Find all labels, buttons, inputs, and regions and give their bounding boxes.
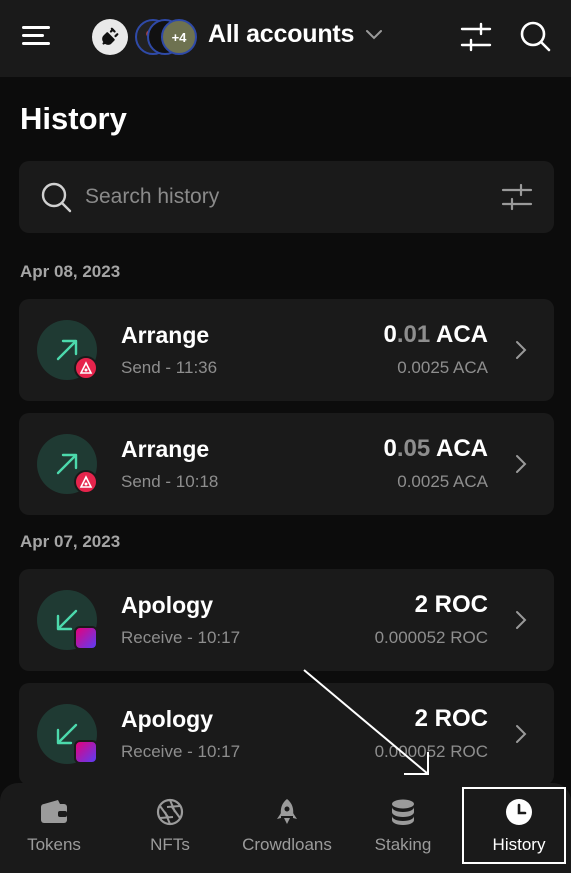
transaction-card[interactable]: Apology Receive - 10:17 2 ROC 0.000052 R…: [19, 569, 554, 671]
date-heading: Apr 08, 2023: [20, 262, 121, 281]
transaction-subtitle: Send - 11:36: [121, 358, 218, 377]
transaction-fee: 0.000052 ROC: [374, 742, 488, 761]
nav-history[interactable]: History: [474, 783, 564, 873]
search-icon: [41, 182, 72, 213]
transaction-card[interactable]: Arrange Send - 11:36 0.01 ACA 0.0025 ACA: [19, 299, 554, 401]
date-heading: Apr 07, 2023: [20, 532, 121, 551]
transaction-fee: 0.000052 ROC: [374, 628, 488, 647]
menu-icon[interactable]: [22, 24, 52, 48]
transaction-amount: 2 ROC: [414, 591, 488, 618]
sliders-icon[interactable]: [459, 20, 493, 54]
account-avatars[interactable]: +4: [135, 19, 197, 55]
top-bar: +4 All accounts: [0, 0, 571, 77]
bottom-nav: Tokens NFTs Crowdloans Staking History: [0, 783, 571, 873]
transaction-title: Arrange: [121, 436, 210, 462]
page-title: History: [20, 101, 127, 136]
nav-label: NFTs: [150, 835, 190, 854]
nav-label: History: [492, 835, 546, 854]
nav-label: Staking: [374, 835, 432, 854]
account-selector-label[interactable]: All accounts: [208, 20, 354, 49]
transaction-amount: 0.01 ACA: [383, 321, 488, 348]
transaction-fee: 0.0025 ACA: [397, 358, 488, 377]
transaction-card[interactable]: Apology Receive - 10:17 2 ROC 0.000052 R…: [19, 683, 554, 785]
nav-nfts[interactable]: NFTs: [124, 783, 216, 873]
aca-token-icon: [74, 470, 98, 494]
aperture-icon: [156, 798, 184, 826]
database-icon: [392, 799, 414, 825]
aca-token-icon: [74, 356, 98, 380]
nav-label: Tokens: [27, 835, 81, 854]
avatar-more-count: +4: [161, 19, 197, 55]
transaction-subtitle: Send - 10:18: [121, 472, 219, 491]
chevron-down-icon[interactable]: [364, 28, 384, 42]
nav-crowdloans[interactable]: Crowdloans: [232, 783, 342, 873]
transaction-fee: 0.0025 ACA: [397, 472, 488, 491]
rocket-icon: [277, 799, 297, 824]
transaction-subtitle: Receive - 10:17: [121, 628, 241, 647]
plug-icon[interactable]: [92, 19, 128, 55]
transaction-amount: 2 ROC: [414, 705, 488, 732]
nav-staking[interactable]: Staking: [358, 783, 448, 873]
nav-label: Crowdloans: [242, 835, 332, 854]
transaction-title: Arrange: [121, 322, 210, 348]
transaction-title: Apology: [121, 706, 213, 732]
search-history-input[interactable]: [85, 179, 465, 215]
roc-token-icon: [74, 626, 98, 650]
chevron-right-icon: [516, 611, 527, 629]
transaction-amount: 0.05 ACA: [383, 435, 488, 462]
wallet-icon: [41, 800, 67, 823]
filter-icon[interactable]: [501, 183, 533, 211]
chevron-right-icon: [516, 341, 527, 359]
search-bar: [19, 161, 554, 233]
transaction-card[interactable]: Arrange Send - 10:18 0.05 ACA 0.0025 ACA: [19, 413, 554, 515]
chevron-right-icon: [516, 725, 527, 743]
clock-icon: [506, 799, 532, 825]
search-icon[interactable]: [518, 19, 552, 53]
transaction-subtitle: Receive - 10:17: [121, 742, 241, 761]
roc-token-icon: [74, 740, 98, 764]
transaction-title: Apology: [121, 592, 213, 618]
nav-tokens[interactable]: Tokens: [8, 783, 100, 873]
chevron-right-icon: [516, 455, 527, 473]
